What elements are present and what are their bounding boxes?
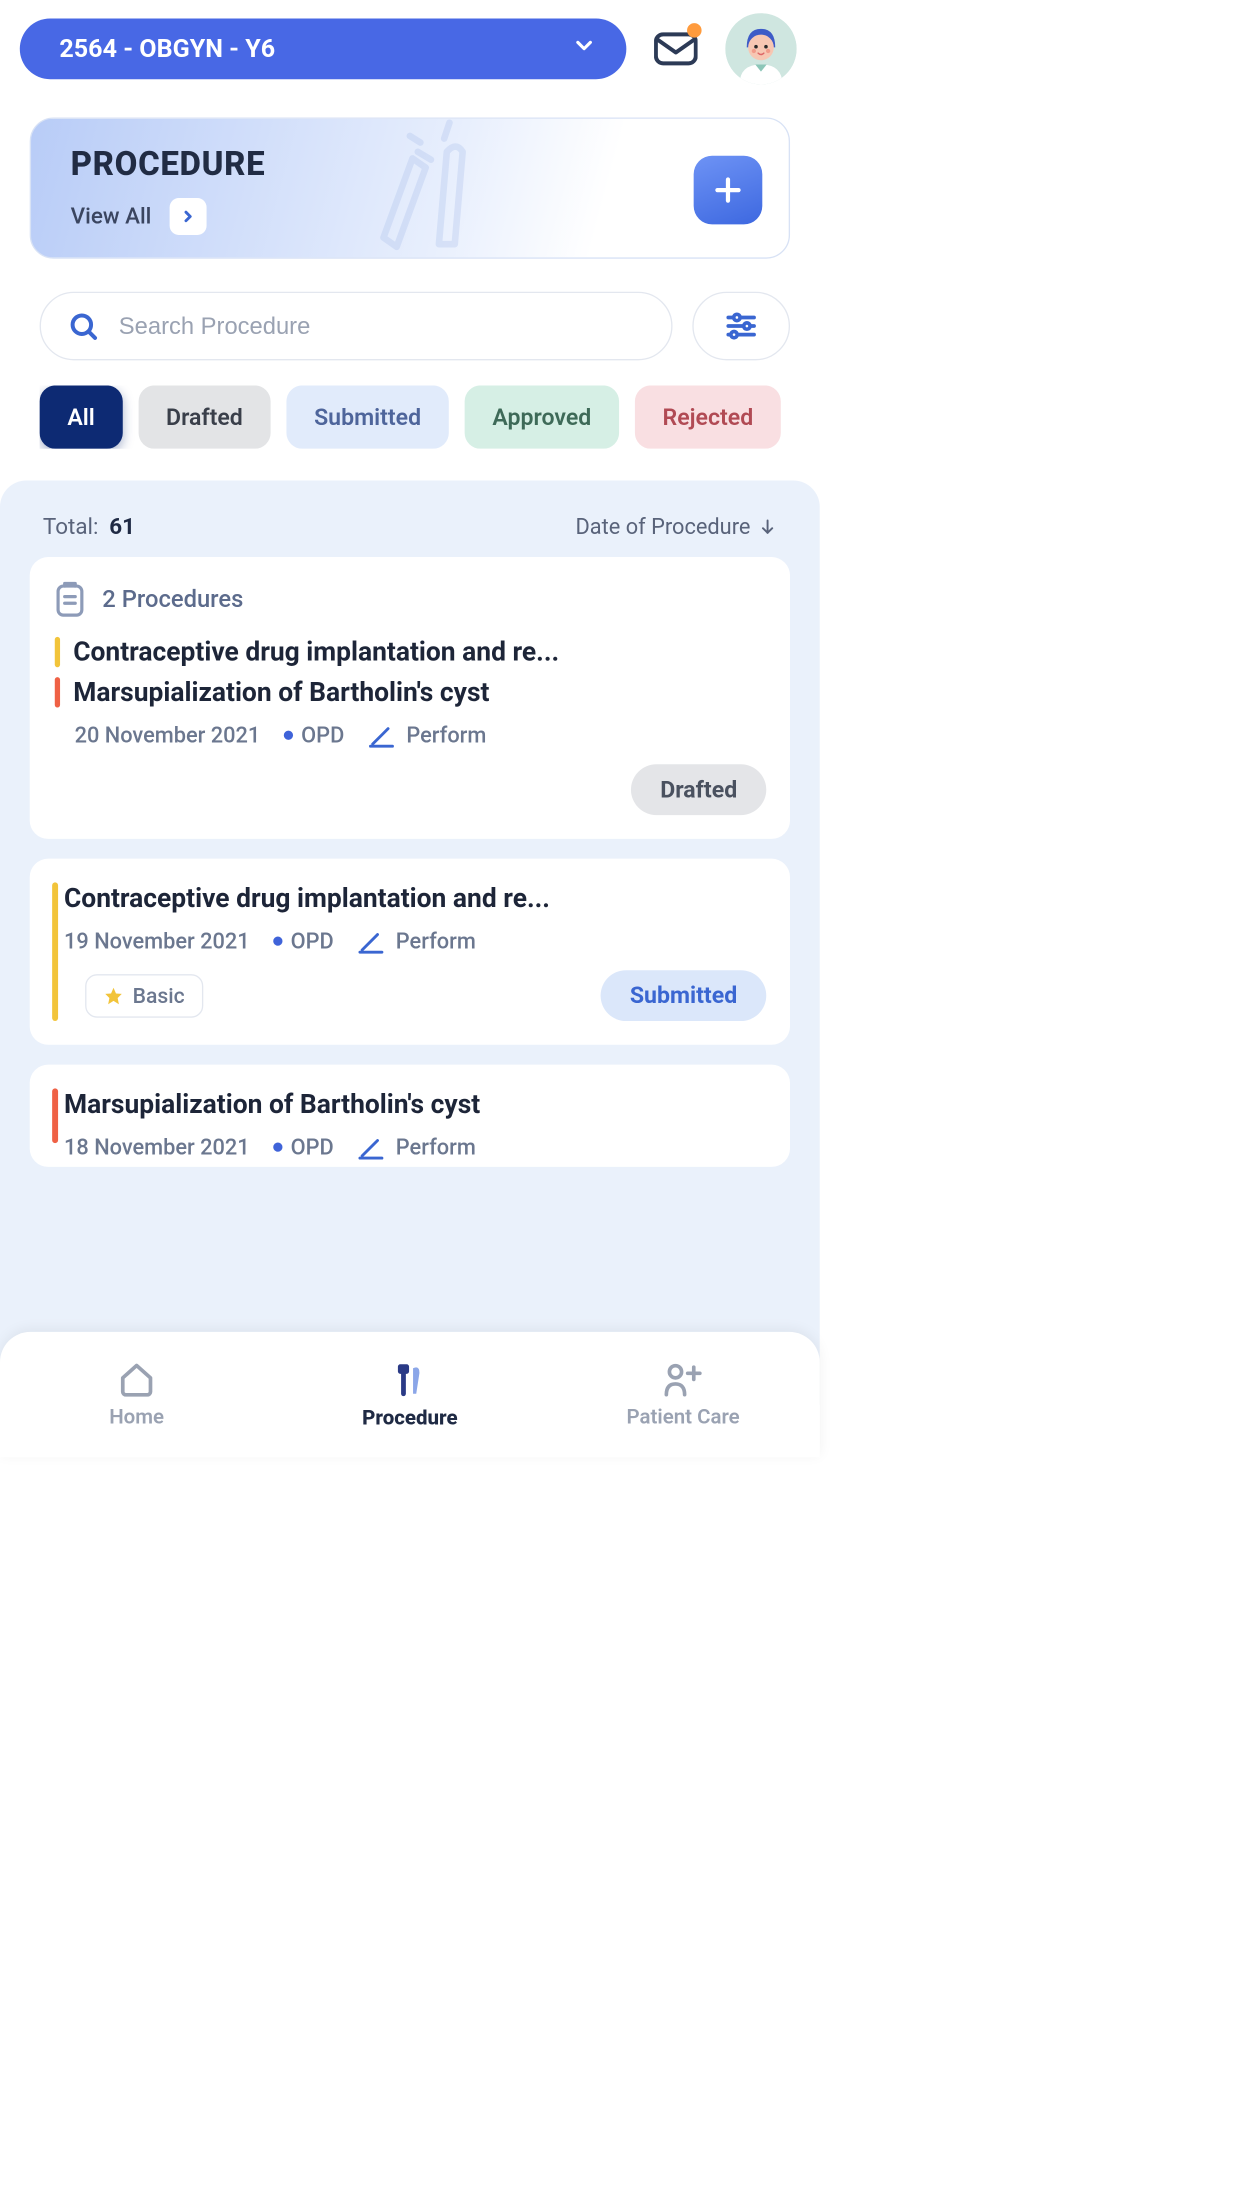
procedure-card[interactable]: 2 Procedures Contraceptive drug implanta… xyxy=(30,557,790,839)
dot-icon xyxy=(284,731,293,740)
scalpel-icon xyxy=(357,1134,383,1160)
procedure-location: OPD xyxy=(273,928,333,954)
clipboard-icon xyxy=(53,581,86,618)
nav-patient-care-label: Patient Care xyxy=(627,1404,740,1428)
status-badge: Submitted xyxy=(601,970,766,1021)
status-filter-row: All Drafted Submitted Approved Rejected xyxy=(40,385,820,448)
notification-dot-icon xyxy=(687,23,702,38)
add-procedure-button[interactable] xyxy=(694,156,763,225)
avatar-icon xyxy=(725,13,796,84)
filter-chip-rejected[interactable]: Rejected xyxy=(635,385,781,448)
chevron-right-icon xyxy=(180,208,197,225)
procedure-date: 19 November 2021 xyxy=(64,928,250,954)
filter-chip-drafted[interactable]: Drafted xyxy=(138,385,270,448)
filter-button[interactable] xyxy=(692,292,790,361)
procedure-role: Perform xyxy=(357,1134,475,1160)
status-badge: Drafted xyxy=(631,764,766,815)
procedure-date: 18 November 2021 xyxy=(64,1134,250,1160)
procedure-banner: PROCEDURE View All xyxy=(30,117,790,258)
procedure-card[interactable]: Marsupialization of Bartholin's cyst 18 … xyxy=(30,1065,790,1167)
home-icon xyxy=(118,1361,155,1398)
search-input[interactable] xyxy=(119,312,645,340)
view-all-button[interactable] xyxy=(170,198,207,235)
chevron-down-icon xyxy=(572,33,597,65)
procedure-list-panel: Total: 61 Date of Procedure 2 Procedures… xyxy=(0,480,820,1404)
level-badge: Basic xyxy=(85,974,203,1018)
total-count: 61 xyxy=(109,513,135,539)
view-all-label: View All xyxy=(71,203,152,229)
nav-procedure[interactable]: Procedure xyxy=(275,1360,546,1429)
color-bar-icon xyxy=(55,677,60,707)
arrow-down-icon xyxy=(758,517,776,535)
medical-tools-icon xyxy=(344,117,476,258)
procedure-icon xyxy=(391,1360,429,1398)
nav-procedure-label: Procedure xyxy=(362,1405,457,1429)
color-bar-icon xyxy=(52,1088,58,1143)
star-icon xyxy=(104,986,124,1006)
dot-icon xyxy=(273,1142,282,1151)
search-icon xyxy=(67,310,99,342)
procedure-role: Perform xyxy=(368,722,486,748)
filter-chip-approved[interactable]: Approved xyxy=(465,385,619,448)
color-bar-icon xyxy=(55,637,60,667)
search-box[interactable] xyxy=(40,292,673,361)
procedure-date: 20 November 2021 xyxy=(75,722,261,748)
color-bar-icon xyxy=(52,882,58,1021)
total-label: Total: 61 xyxy=(43,513,135,539)
bottom-navigation: Home Procedure Patient Care xyxy=(0,1332,820,1457)
sort-button[interactable]: Date of Procedure xyxy=(576,514,777,540)
nav-home[interactable]: Home xyxy=(1,1361,272,1429)
procedure-title: Contraceptive drug implantation and re..… xyxy=(64,882,550,913)
sliders-icon xyxy=(724,309,758,343)
procedure-title: Contraceptive drug implantation and re..… xyxy=(73,636,559,667)
procedure-title: Marsupialization of Bartholin's cyst xyxy=(64,1088,480,1119)
profile-avatar[interactable] xyxy=(725,13,796,84)
nav-home-label: Home xyxy=(109,1404,164,1428)
procedure-count: 2 Procedures xyxy=(102,585,243,613)
program-selector-dropdown[interactable]: 2564 - OBGYN - Y6 xyxy=(20,18,627,79)
sort-label: Date of Procedure xyxy=(576,514,751,540)
procedure-title: Marsupialization of Bartholin's cyst xyxy=(73,677,489,708)
patient-care-icon xyxy=(663,1361,703,1398)
scalpel-icon xyxy=(368,722,394,748)
dot-icon xyxy=(273,937,282,946)
procedure-location: OPD xyxy=(273,1134,333,1160)
nav-patient-care[interactable]: Patient Care xyxy=(548,1361,819,1429)
mail-button[interactable] xyxy=(653,26,699,72)
procedure-card[interactable]: Contraceptive drug implantation and re..… xyxy=(30,859,790,1045)
banner-title: PROCEDURE xyxy=(71,145,266,183)
scalpel-icon xyxy=(357,928,383,954)
filter-chip-all[interactable]: All xyxy=(40,385,123,448)
program-selector-label: 2564 - OBGYN - Y6 xyxy=(59,34,275,63)
plus-icon xyxy=(712,174,744,206)
procedure-location: OPD xyxy=(284,722,344,748)
procedure-role: Perform xyxy=(357,928,475,954)
filter-chip-submitted[interactable]: Submitted xyxy=(286,385,448,448)
